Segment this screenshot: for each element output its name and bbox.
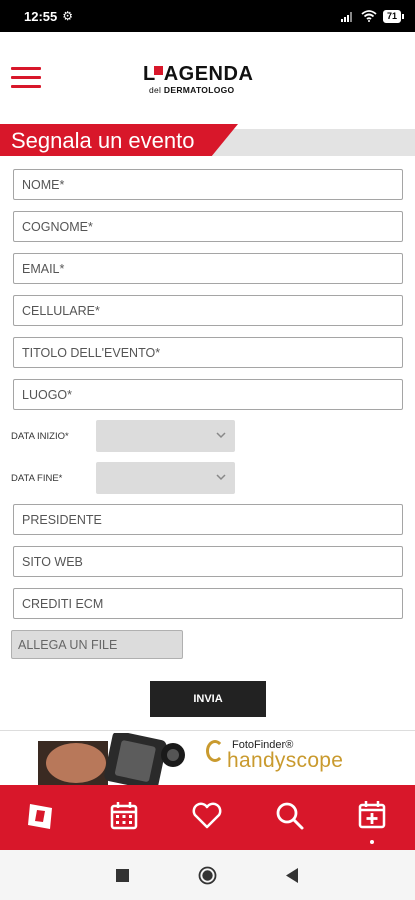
logo-sub-bold: DERMATOLOGO bbox=[163, 85, 235, 95]
ad-brand-main-row: handyscope bbox=[206, 740, 344, 773]
logo-sub-prefix: del bbox=[149, 85, 162, 95]
cellulare-field[interactable] bbox=[13, 295, 403, 326]
recents-icon[interactable] bbox=[116, 869, 129, 887]
nav-calendar-icon[interactable] bbox=[107, 799, 141, 833]
submit-button[interactable]: INVIA bbox=[150, 681, 266, 717]
cognome-field[interactable] bbox=[13, 211, 403, 242]
email-field[interactable] bbox=[13, 253, 403, 284]
app-header: L AGENDA del DERMATOLOGO bbox=[0, 32, 415, 124]
dermatoscope-device-image bbox=[38, 733, 185, 785]
status-bar: 12:55 ⚙ 71 bbox=[0, 0, 415, 32]
data-inizio-row: DATA INIZIO* bbox=[11, 420, 251, 452]
signal-icon bbox=[340, 11, 352, 22]
nav-home-logo-icon[interactable] bbox=[24, 799, 58, 833]
nav-calendar-plus-icon[interactable] bbox=[355, 799, 389, 833]
logo-subtitle: del DERMATOLOGO bbox=[143, 85, 263, 95]
banner-grey-stripe bbox=[200, 129, 415, 156]
active-indicator bbox=[370, 840, 374, 844]
sito-web-field[interactable] bbox=[13, 546, 403, 577]
attach-file-button[interactable]: ALLEGA UN FILE bbox=[11, 630, 183, 659]
luogo-field[interactable] bbox=[13, 379, 403, 410]
chevron-down-icon bbox=[216, 474, 226, 481]
page-title: Segnala un evento bbox=[11, 128, 195, 153]
menu-icon[interactable] bbox=[11, 67, 41, 89]
logo-word: AGENDA bbox=[163, 63, 254, 85]
titolo-evento-field[interactable] bbox=[13, 337, 403, 368]
data-inizio-label: DATA INIZIO* bbox=[11, 430, 69, 442]
logo-letter: L bbox=[143, 63, 156, 85]
nav-search-icon[interactable] bbox=[273, 799, 307, 833]
nome-field[interactable] bbox=[13, 169, 403, 200]
section-banner: Segnala un evento bbox=[0, 124, 415, 156]
battery-indicator: 71 bbox=[382, 9, 405, 23]
ad-banner[interactable]: FotoFinder® handyscope bbox=[0, 730, 415, 785]
nav-heart-icon[interactable] bbox=[190, 799, 224, 833]
data-fine-select[interactable] bbox=[96, 462, 235, 494]
data-fine-label: DATA FINE* bbox=[11, 472, 63, 484]
app-logo: L AGENDA del DERMATOLOGO bbox=[143, 64, 263, 100]
brand-ring-icon bbox=[206, 740, 224, 763]
ad-brand-main: handyscope bbox=[227, 749, 344, 772]
back-icon[interactable] bbox=[286, 868, 299, 888]
chevron-down-icon bbox=[216, 432, 226, 439]
data-inizio-select[interactable] bbox=[96, 420, 235, 452]
status-time: 12:55 bbox=[24, 8, 58, 24]
bottom-nav bbox=[0, 785, 415, 850]
presidente-field[interactable] bbox=[13, 504, 403, 535]
ad-brand: FotoFinder® handyscope bbox=[206, 739, 343, 775]
system-nav-bar bbox=[0, 850, 415, 900]
home-icon[interactable] bbox=[198, 866, 217, 890]
status-icons: 71 bbox=[340, 9, 405, 23]
settings-gear-icon: ⚙ bbox=[62, 9, 74, 23]
data-fine-row: DATA FINE* bbox=[11, 462, 251, 494]
wifi-icon bbox=[361, 10, 377, 22]
crediti-ecm-field[interactable] bbox=[13, 588, 403, 619]
